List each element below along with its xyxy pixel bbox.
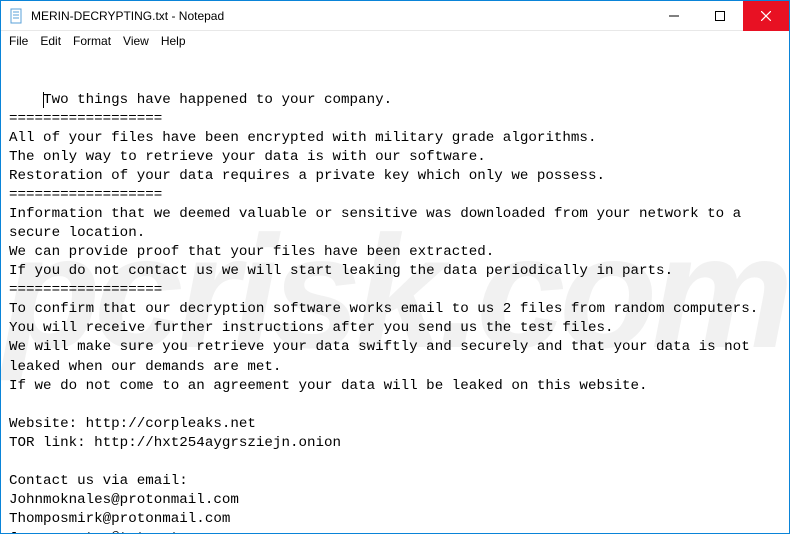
notepad-icon [9, 8, 25, 24]
menubar: File Edit Format View Help [1, 31, 789, 51]
window-title: MERIN-DECRYPTING.txt - Notepad [31, 9, 224, 23]
menu-format[interactable]: Format [67, 33, 117, 49]
document-text: Two things have happened to your company… [9, 92, 758, 533]
minimize-button[interactable] [651, 1, 697, 31]
titlebar[interactable]: MERIN-DECRYPTING.txt - Notepad [1, 1, 789, 31]
notepad-window: MERIN-DECRYPTING.txt - Notepad File Edit… [0, 0, 790, 534]
menu-file[interactable]: File [3, 33, 34, 49]
menu-edit[interactable]: Edit [34, 33, 67, 49]
maximize-button[interactable] [697, 1, 743, 31]
menu-view[interactable]: View [117, 33, 155, 49]
menu-help[interactable]: Help [155, 33, 192, 49]
text-area[interactable]: pcrisk.com Two things have happened to y… [1, 51, 789, 533]
close-button[interactable] [743, 1, 789, 31]
